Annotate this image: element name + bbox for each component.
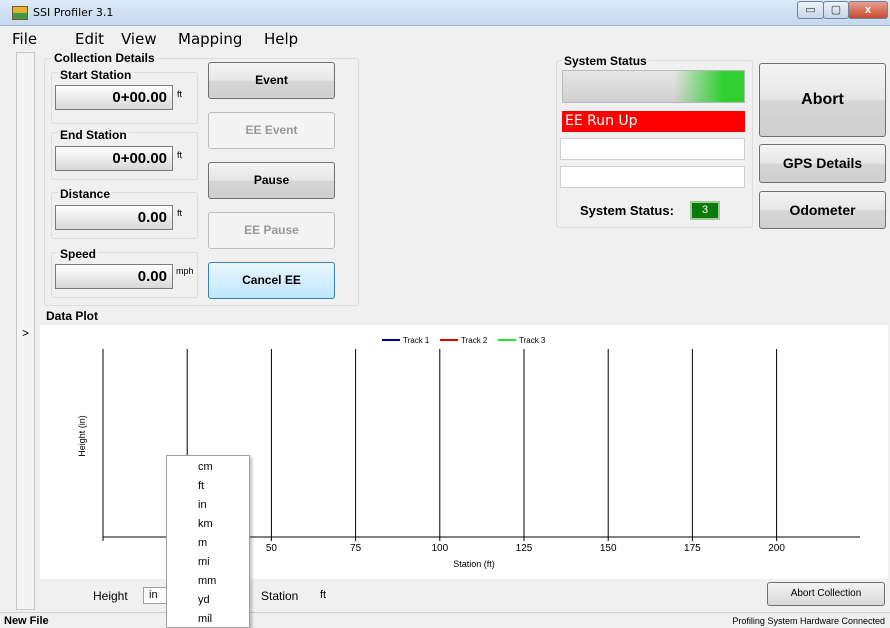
- abort-collection-button[interactable]: Abort Collection: [767, 582, 885, 606]
- legend-entry: Track 2: [461, 336, 488, 345]
- minimize-button[interactable]: ▭: [797, 1, 824, 19]
- app-logo-icon: [12, 6, 28, 20]
- end-station-label: End Station: [58, 128, 129, 142]
- data-plot-title: Data Plot: [44, 309, 101, 323]
- distance-value: 0.00: [55, 205, 173, 230]
- system-status-message: EE Run Up: [562, 111, 745, 132]
- chart-legend: Track 1 Track 2 Track 3: [382, 336, 546, 345]
- start-station-unit: ft: [177, 89, 183, 99]
- expand-chevron-icon: >: [22, 326, 30, 340]
- speed-value: 0.00: [55, 264, 173, 289]
- distance-unit: ft: [177, 208, 183, 218]
- pause-button[interactable]: Pause: [208, 162, 335, 199]
- menu-view[interactable]: View: [121, 30, 157, 48]
- distance-label: Distance: [58, 187, 113, 201]
- height-unit-label: Height: [93, 589, 128, 603]
- chart-x-ticks: 50 75 100 125 150 175 200: [266, 543, 786, 554]
- x-tick-label: 175: [684, 543, 701, 554]
- menu-file[interactable]: File: [12, 30, 37, 48]
- end-station-unit: ft: [177, 150, 183, 160]
- unit-option-ft[interactable]: ft: [198, 480, 204, 492]
- x-tick-label: 200: [768, 543, 785, 554]
- odometer-button[interactable]: Odometer: [759, 191, 886, 229]
- station-unit-value: ft: [320, 589, 327, 601]
- unit-option-yd[interactable]: yd: [198, 594, 210, 606]
- height-unit-select[interactable]: in: [143, 587, 167, 604]
- gps-details-button[interactable]: GPS Details: [759, 144, 886, 183]
- unit-option-km[interactable]: km: [198, 518, 213, 530]
- legend-entry: Track 1: [403, 336, 430, 345]
- current-file-name: New File: [4, 615, 49, 627]
- unit-option-m[interactable]: m: [198, 537, 207, 549]
- ee-pause-button[interactable]: EE Pause: [208, 212, 335, 249]
- speed-label: Speed: [58, 247, 99, 261]
- legend-entry: Track 3: [519, 336, 546, 345]
- x-tick-label: 75: [350, 543, 362, 554]
- system-status-count-badge: 3: [690, 201, 720, 220]
- y-axis-label: Height (in): [77, 415, 87, 457]
- event-button[interactable]: Event: [208, 62, 335, 99]
- x-tick-label: 150: [600, 543, 617, 554]
- x-axis-label: Station (ft): [453, 559, 495, 569]
- menu-bar: File Edit View Mapping Help: [0, 27, 890, 49]
- unit-option-cm[interactable]: cm: [198, 461, 213, 473]
- start-station-value: 0+00.00: [55, 85, 173, 110]
- system-status-progress: [562, 70, 745, 103]
- unit-option-mi[interactable]: mi: [198, 556, 210, 568]
- hardware-status: Profiling System Hardware Connected: [732, 616, 885, 626]
- title-bar: SSI Profiler 3.1 ▭ ▢ x: [0, 0, 890, 26]
- window-title: SSI Profiler 3.1: [33, 6, 114, 19]
- system-status-label: System Status:: [580, 203, 674, 218]
- maximize-button[interactable]: ▢: [823, 1, 849, 19]
- menu-edit[interactable]: Edit: [75, 30, 104, 48]
- height-unit-dropdown: cm ft in km m mi mm yd mil: [166, 455, 250, 628]
- unit-option-in[interactable]: in: [198, 499, 207, 511]
- system-status-line-2: [560, 138, 745, 160]
- menu-mapping[interactable]: Mapping: [178, 30, 242, 48]
- status-bar: New File Profiling System Hardware Conne…: [0, 612, 890, 628]
- x-tick-label: 100: [431, 543, 448, 554]
- speed-unit: mph: [176, 266, 194, 276]
- unit-option-mm[interactable]: mm: [198, 575, 216, 587]
- x-tick-label: 50: [266, 543, 278, 554]
- x-tick-label: 125: [516, 543, 533, 554]
- abort-button[interactable]: Abort: [759, 63, 886, 137]
- system-status-title: System Status: [562, 54, 649, 68]
- collection-details-title: Collection Details: [52, 51, 157, 65]
- start-station-label: Start Station: [58, 68, 134, 82]
- station-unit-label: Station: [261, 589, 299, 603]
- cancel-ee-button[interactable]: Cancel EE: [208, 262, 335, 299]
- close-button[interactable]: x: [848, 1, 888, 19]
- end-station-value: 0+00.00: [55, 146, 173, 171]
- unit-option-mil[interactable]: mil: [198, 613, 212, 625]
- system-status-line-3: [560, 166, 745, 188]
- menu-help[interactable]: Help: [264, 30, 298, 48]
- ee-event-button[interactable]: EE Event: [208, 112, 335, 149]
- side-panel-toggle[interactable]: >: [16, 52, 35, 610]
